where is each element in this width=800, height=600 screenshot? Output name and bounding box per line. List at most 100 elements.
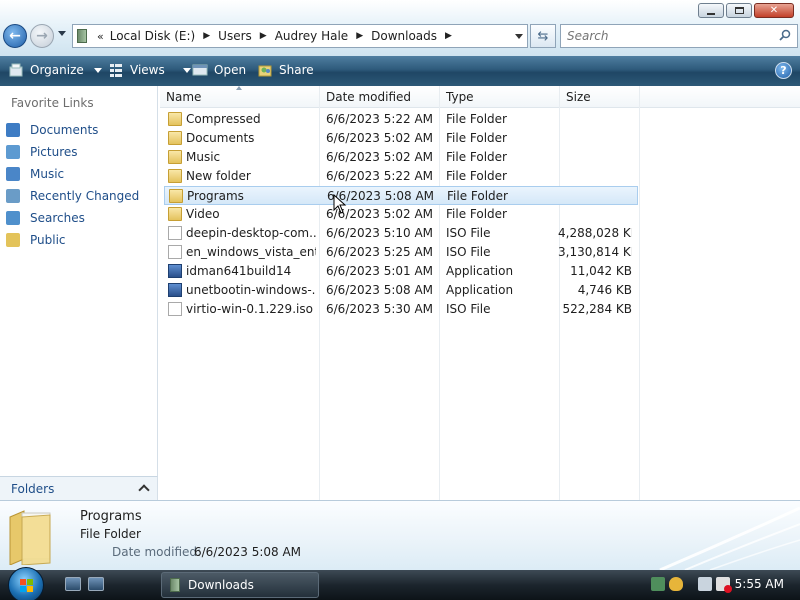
file-icon (168, 226, 182, 240)
switch-windows-icon[interactable] (88, 577, 104, 591)
minimize-button[interactable] (698, 3, 724, 18)
file-date: 6/6/2023 5:10 AM (326, 226, 434, 240)
folders-label: Folders (11, 482, 55, 496)
breadcrumb-separator-icon[interactable]: ▶ (203, 31, 210, 41)
nav-item-pictures[interactable]: Pictures (6, 141, 139, 163)
file-row[interactable]: Video 6/6/2023 5:02 AM File Folder (164, 205, 638, 224)
details-modified-value: 6/6/2023 5:08 AM (194, 545, 302, 559)
windows-logo-icon (20, 579, 33, 592)
file-row[interactable]: New folder 6/6/2023 5:22 AM File Folder (164, 167, 638, 186)
file-size: 3,130,814 KB (558, 245, 632, 259)
open-button[interactable]: Open (192, 62, 246, 78)
open-label: Open (214, 63, 247, 77)
share-button[interactable]: Share (257, 62, 314, 78)
views-button[interactable]: Views (108, 62, 191, 78)
breadcrumb-item-downloads[interactable]: Downloads (371, 29, 437, 43)
nav-item-label: Pictures (30, 145, 78, 159)
close-button[interactable]: ✕ (754, 3, 794, 18)
help-icon: ? (780, 64, 787, 77)
back-button[interactable]: ← (3, 24, 27, 48)
search-icon[interactable] (779, 29, 791, 41)
file-size: 11,042 KB (570, 264, 632, 278)
file-type: File Folder (446, 207, 507, 221)
breadcrumb-item-users[interactable]: Users (218, 29, 252, 43)
views-icon (110, 64, 122, 77)
address-overflow-chevron[interactable]: « (97, 30, 104, 43)
organize-button[interactable]: Organize (8, 62, 102, 78)
forward-button[interactable]: → (30, 24, 54, 48)
recent-pages-dropdown[interactable] (58, 31, 66, 36)
file-type: File Folder (446, 169, 507, 183)
security-shield-icon[interactable] (669, 577, 683, 591)
breadcrumb-separator-icon[interactable]: ▶ (356, 31, 363, 41)
file-size: 4,746 KB (577, 283, 632, 297)
maximize-button[interactable] (726, 3, 752, 18)
details-item-type: File Folder (80, 527, 141, 541)
file-name: en_windows_vista_ent... (186, 245, 316, 259)
file-type: File Folder (447, 189, 508, 203)
help-button[interactable]: ? (775, 62, 792, 79)
start-button[interactable] (8, 567, 44, 600)
search-box[interactable] (560, 24, 798, 48)
volume-muted-icon[interactable] (716, 577, 732, 593)
column-header-date-modified[interactable]: Date modified (326, 90, 411, 104)
explorer-window-icon (170, 578, 180, 592)
file-list: Name Date modified Type Size Compressed … (160, 86, 800, 500)
music-icon (6, 167, 20, 181)
refresh-button[interactable]: ⇆ (530, 24, 556, 48)
breadcrumb-separator-icon[interactable]: ▶ (445, 31, 452, 41)
search-input[interactable] (567, 29, 767, 43)
column-header-size[interactable]: Size (566, 90, 591, 104)
nav-item-documents[interactable]: Documents (6, 119, 139, 141)
breadcrumb: Local Disk (E:) ▶ Users ▶ Audrey Hale ▶ Dow… (110, 29, 460, 43)
command-bar: Organize Views Open Share ? (0, 56, 800, 86)
file-name: virtio-win-0.1.229.iso (186, 302, 313, 316)
address-bar[interactable]: « Local Disk (E:) ▶ Users ▶ Audrey Hale ▶ D… (72, 24, 528, 48)
column-header-type[interactable]: Type (446, 90, 474, 104)
breadcrumb-item-local-disk[interactable]: Local Disk (E:) (110, 29, 196, 43)
show-desktop-icon[interactable] (65, 577, 81, 591)
file-name: New folder (186, 169, 251, 183)
file-name: deepin-desktop-com... (186, 226, 316, 240)
details-pane: Programs File Folder Date modified: 6/6/… (0, 500, 800, 570)
column-header-name[interactable]: Name (166, 90, 201, 104)
system-clock[interactable]: 5:55 AM (735, 577, 784, 591)
file-row[interactable]: virtio-win-0.1.229.iso 6/6/2023 5:30 AM … (164, 300, 638, 319)
taskbar-button-downloads[interactable]: Downloads (161, 572, 319, 598)
file-size: 4,288,028 KB (558, 226, 632, 240)
details-modified-label: Date modified: (112, 545, 202, 559)
file-row[interactable]: unetbootin-windows-... 6/6/2023 5:08 AM … (164, 281, 638, 300)
nav-item-recently-changed[interactable]: Recently Changed (6, 185, 139, 207)
folders-toggle[interactable]: Folders (0, 476, 158, 500)
file-date: 6/6/2023 5:22 AM (326, 112, 434, 126)
file-row[interactable]: en_windows_vista_ent... 6/6/2023 5:25 AM… (164, 243, 638, 262)
file-row[interactable]: deepin-desktop-com... 6/6/2023 5:10 AM I… (164, 224, 638, 243)
nav-item-public[interactable]: Public (6, 229, 139, 251)
open-icon (192, 64, 208, 76)
nav-item-music[interactable]: Music (6, 163, 139, 185)
nav-item-label: Searches (30, 211, 85, 225)
file-row-selected[interactable]: Programs 6/6/2023 5:08 AM File Folder (164, 186, 638, 205)
file-name: unetbootin-windows-... (186, 283, 316, 297)
searches-icon (6, 211, 20, 225)
file-name: Programs (187, 189, 244, 203)
breadcrumb-separator-icon[interactable]: ▶ (260, 31, 267, 41)
column-divider[interactable] (639, 86, 640, 500)
file-date: 6/6/2023 5:30 AM (326, 302, 434, 316)
nav-item-searches[interactable]: Searches (6, 207, 139, 229)
folder-icon (169, 189, 183, 203)
file-type: Application (446, 264, 514, 278)
application-icon (168, 283, 182, 297)
recently-changed-icon (6, 189, 20, 203)
file-row[interactable]: Music 6/6/2023 5:02 AM File Folder (164, 148, 638, 167)
address-history-dropdown[interactable] (515, 34, 523, 39)
file-row[interactable]: idman641build14 6/6/2023 5:01 AM Applica… (164, 262, 638, 281)
folder-icon (168, 112, 182, 126)
file-row[interactable]: Compressed 6/6/2023 5:22 AM File Folder (164, 110, 638, 129)
breadcrumb-item-audrey-hale[interactable]: Audrey Hale (275, 29, 349, 43)
network-tray-icon[interactable] (651, 577, 665, 591)
share-icon (258, 65, 272, 77)
folder-location-icon (77, 29, 87, 43)
file-row[interactable]: Documents 6/6/2023 5:02 AM File Folder (164, 129, 638, 148)
network-disconnected-icon[interactable] (698, 577, 712, 591)
